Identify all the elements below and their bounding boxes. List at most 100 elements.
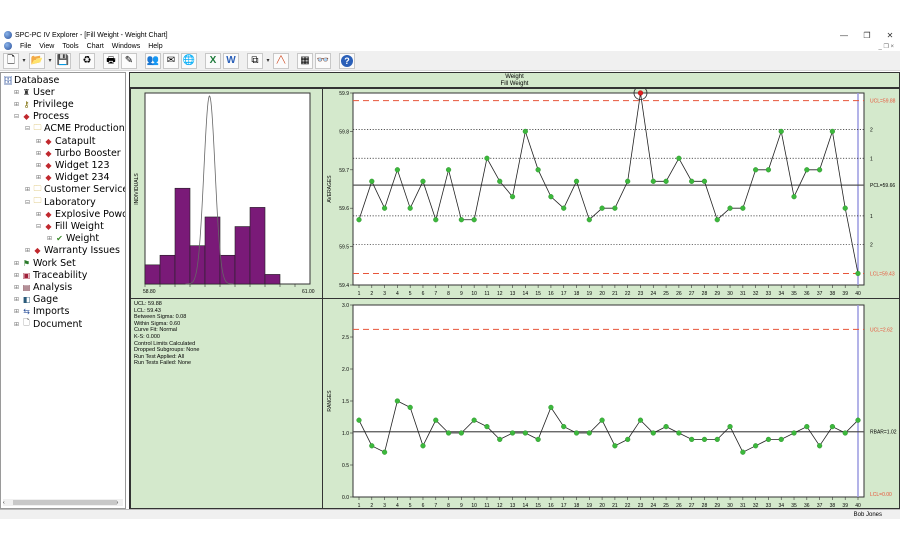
word-button[interactable]: W xyxy=(223,52,239,69)
expand-icon[interactable]: ⊞ xyxy=(36,211,42,218)
tree-item-label: Laboratory xyxy=(44,196,96,208)
expand-icon[interactable]: ⊞ xyxy=(25,247,31,254)
tree-item-database[interactable]: 🗄 Database xyxy=(3,74,59,86)
title-bar: SPC-PC IV Explorer - [Fill Weight - Weig… xyxy=(0,29,900,41)
users-button[interactable]: 👥 xyxy=(145,52,161,69)
collapse-icon[interactable]: ⊟ xyxy=(14,113,20,120)
menu-view[interactable]: View xyxy=(39,43,54,50)
tree-item-turbo-booster[interactable]: ⊞ ◆ Turbo Booster xyxy=(36,147,121,159)
open-folder-button[interactable]: 📂 xyxy=(29,52,45,69)
expand-icon[interactable]: ⊞ xyxy=(36,162,42,169)
dropdown-arrow-icon[interactable]: ▾ xyxy=(265,53,271,69)
traceability-icon: ▣ xyxy=(22,270,31,280)
menu-tools[interactable]: Tools xyxy=(62,43,78,50)
scrollbar-thumb[interactable] xyxy=(12,500,117,505)
x-tick-label: 17 xyxy=(561,291,567,297)
save-button[interactable]: 💾 xyxy=(55,52,71,69)
expand-icon[interactable]: ⊞ xyxy=(25,186,31,193)
tree-item-privilege[interactable]: ⊞ ⚷ Privilege xyxy=(14,98,74,110)
folder-icon: 🗀 xyxy=(33,196,42,205)
tree-item-work-set[interactable]: ⊞ ⚑ Work Set xyxy=(14,257,76,269)
expand-icon[interactable]: ⊞ xyxy=(14,272,20,279)
tree-item-acme-production[interactable]: ⊟ 🗀 ACME Production xyxy=(25,123,125,135)
tree-item-weight[interactable]: ⊞ ✔ Weight xyxy=(47,233,99,245)
edit-button[interactable]: ✎ xyxy=(121,52,137,69)
gage-icon: ◧ xyxy=(22,295,31,305)
globe-button[interactable]: 🌐 xyxy=(181,52,197,69)
menu-chart[interactable]: Chart xyxy=(87,43,104,50)
tree-item-gage[interactable]: ⊞ ◧ Gage xyxy=(14,294,58,306)
dropdown-arrow-icon[interactable]: ▾ xyxy=(21,53,27,69)
expand-icon[interactable]: ⊞ xyxy=(14,89,20,96)
copy-button[interactable]: ⧉ xyxy=(247,52,263,69)
tree-item-document[interactable]: ⊞ 🗋 Document xyxy=(14,318,82,330)
data-point xyxy=(676,430,682,436)
collapse-icon[interactable]: ⊟ xyxy=(25,125,31,132)
mdi-controls[interactable]: _ ❐ × xyxy=(878,43,894,50)
print-button[interactable]: 🖶 xyxy=(103,52,119,69)
stat-line: LCL: 59.43 xyxy=(134,307,161,314)
averages-chart[interactable]: 59.459.559.659.759.859.9AVERAGES2112UCL=… xyxy=(323,86,900,300)
expand-icon[interactable]: ⊞ xyxy=(14,101,20,108)
maximize-button[interactable]: ❐ xyxy=(857,31,877,40)
tree-item-fill-weight[interactable]: ⊟ ◆ Fill Weight xyxy=(36,220,104,232)
expand-icon[interactable]: ⊞ xyxy=(36,174,42,181)
tree-item-traceability[interactable]: ⊞ ▣ Traceability xyxy=(14,269,87,281)
document-menu-icon[interactable] xyxy=(4,42,12,50)
tree-item-warranty-issues[interactable]: ⊞ ◆ Warranty Issues xyxy=(25,245,120,257)
expand-icon[interactable]: ⊞ xyxy=(14,260,20,267)
expand-icon[interactable]: ⊞ xyxy=(47,235,53,242)
expand-icon[interactable]: ⊞ xyxy=(14,296,20,303)
menu-windows[interactable]: Windows xyxy=(112,43,140,50)
horizontal-scrollbar[interactable]: ‹ › xyxy=(3,499,123,506)
refresh-icon: ♻ xyxy=(82,54,92,66)
excel-button[interactable]: X xyxy=(205,52,221,69)
data-point xyxy=(369,178,375,184)
grid-button[interactable]: ▦ xyxy=(297,52,313,69)
message-button[interactable]: ✉ xyxy=(163,52,179,69)
minimize-button[interactable]: — xyxy=(834,31,854,40)
data-point xyxy=(753,167,759,173)
new-document-button[interactable]: 🗋 xyxy=(3,52,19,69)
y-tick-label: 0.0 xyxy=(342,495,349,501)
lcl-label: LCL=59.43 xyxy=(870,271,895,277)
save-icon: 💾 xyxy=(56,54,70,66)
data-point xyxy=(561,205,567,211)
data-point xyxy=(573,430,580,436)
refresh-button[interactable]: ♻ xyxy=(79,52,95,69)
tree-item-widget-123[interactable]: ⊞ ◆ Widget 123 xyxy=(36,159,110,171)
tree-item-process[interactable]: ⊟ ◆ Process xyxy=(14,111,69,123)
expand-icon[interactable]: ⊞ xyxy=(36,150,42,157)
close-button[interactable]: ✕ xyxy=(880,31,900,40)
x-tick-label: 25 xyxy=(663,291,669,297)
tree-item-customer-service[interactable]: ⊞ 🗀 Customer Service xyxy=(25,184,125,196)
tree-item-analysis[interactable]: ⊞ ▤ Analysis xyxy=(14,281,72,293)
expand-icon[interactable]: ⊞ xyxy=(14,284,20,291)
ranges-chart[interactable]: 0.0 0.5 1.0 1.5 2.0 2.5 3.0 RANGES UCL=2.62 RBAR=… xyxy=(323,299,900,510)
binoculars-button[interactable]: 👓 xyxy=(315,52,331,69)
x-tick-label: 11 xyxy=(484,291,489,297)
menu-file[interactable]: File xyxy=(20,43,31,50)
tree-item-laboratory[interactable]: ⊟ 🗀 Laboratory xyxy=(25,196,96,208)
line-chart-button[interactable]: ╱╲ xyxy=(273,52,289,69)
dropdown-arrow-icon[interactable]: ▾ xyxy=(47,53,53,69)
help-button[interactable]: ? xyxy=(339,52,355,69)
tree-item-widget-234[interactable]: ⊞ ◆ Widget 234 xyxy=(36,172,110,184)
expand-icon[interactable]: ⊞ xyxy=(14,321,20,328)
tree-item-user[interactable]: ⊞ ♜ User xyxy=(14,86,55,98)
collapse-icon[interactable]: ⊟ xyxy=(25,199,31,206)
tree-item-explosive-powder[interactable]: ⊞◆Explosive Powder xyxy=(36,208,125,220)
x-tick-label: 20 xyxy=(599,291,605,297)
expand-icon[interactable]: ⊞ xyxy=(36,138,42,145)
collapse-icon[interactable]: ⊟ xyxy=(36,223,42,230)
data-point xyxy=(855,417,861,423)
expand-icon[interactable]: ⊞ xyxy=(14,308,20,315)
data-point xyxy=(458,430,464,436)
x-tick-label: 6 xyxy=(422,291,425,297)
histogram-bar xyxy=(249,207,266,285)
tree-item-catapult[interactable]: ⊞ ◆ Catapult xyxy=(36,135,95,147)
tree-item-imports[interactable]: ⊞ ⇆ Imports xyxy=(14,306,69,318)
data-point xyxy=(791,194,797,200)
menu-help[interactable]: Help xyxy=(148,43,162,50)
x-tick-label: 7 xyxy=(434,291,437,297)
